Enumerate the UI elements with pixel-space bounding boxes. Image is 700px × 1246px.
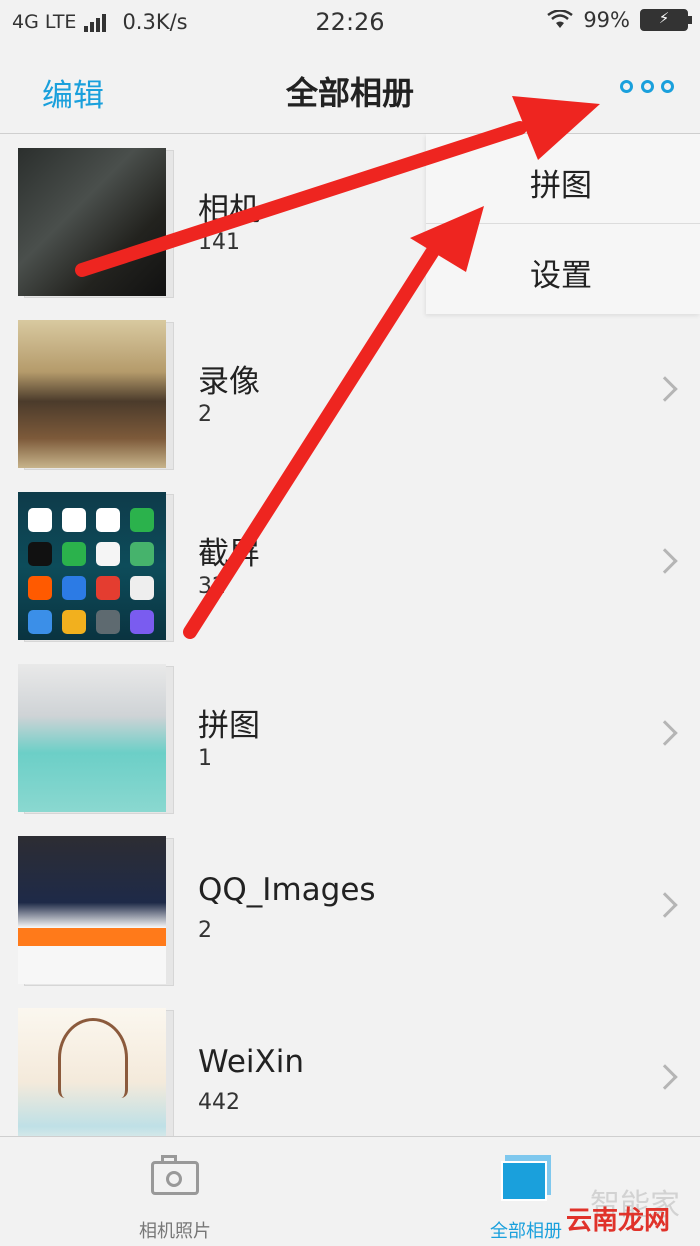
annotation-arrows <box>75 96 600 639</box>
arrow-to-collage-menu <box>183 206 484 639</box>
arrow-to-more-icon <box>75 96 600 277</box>
